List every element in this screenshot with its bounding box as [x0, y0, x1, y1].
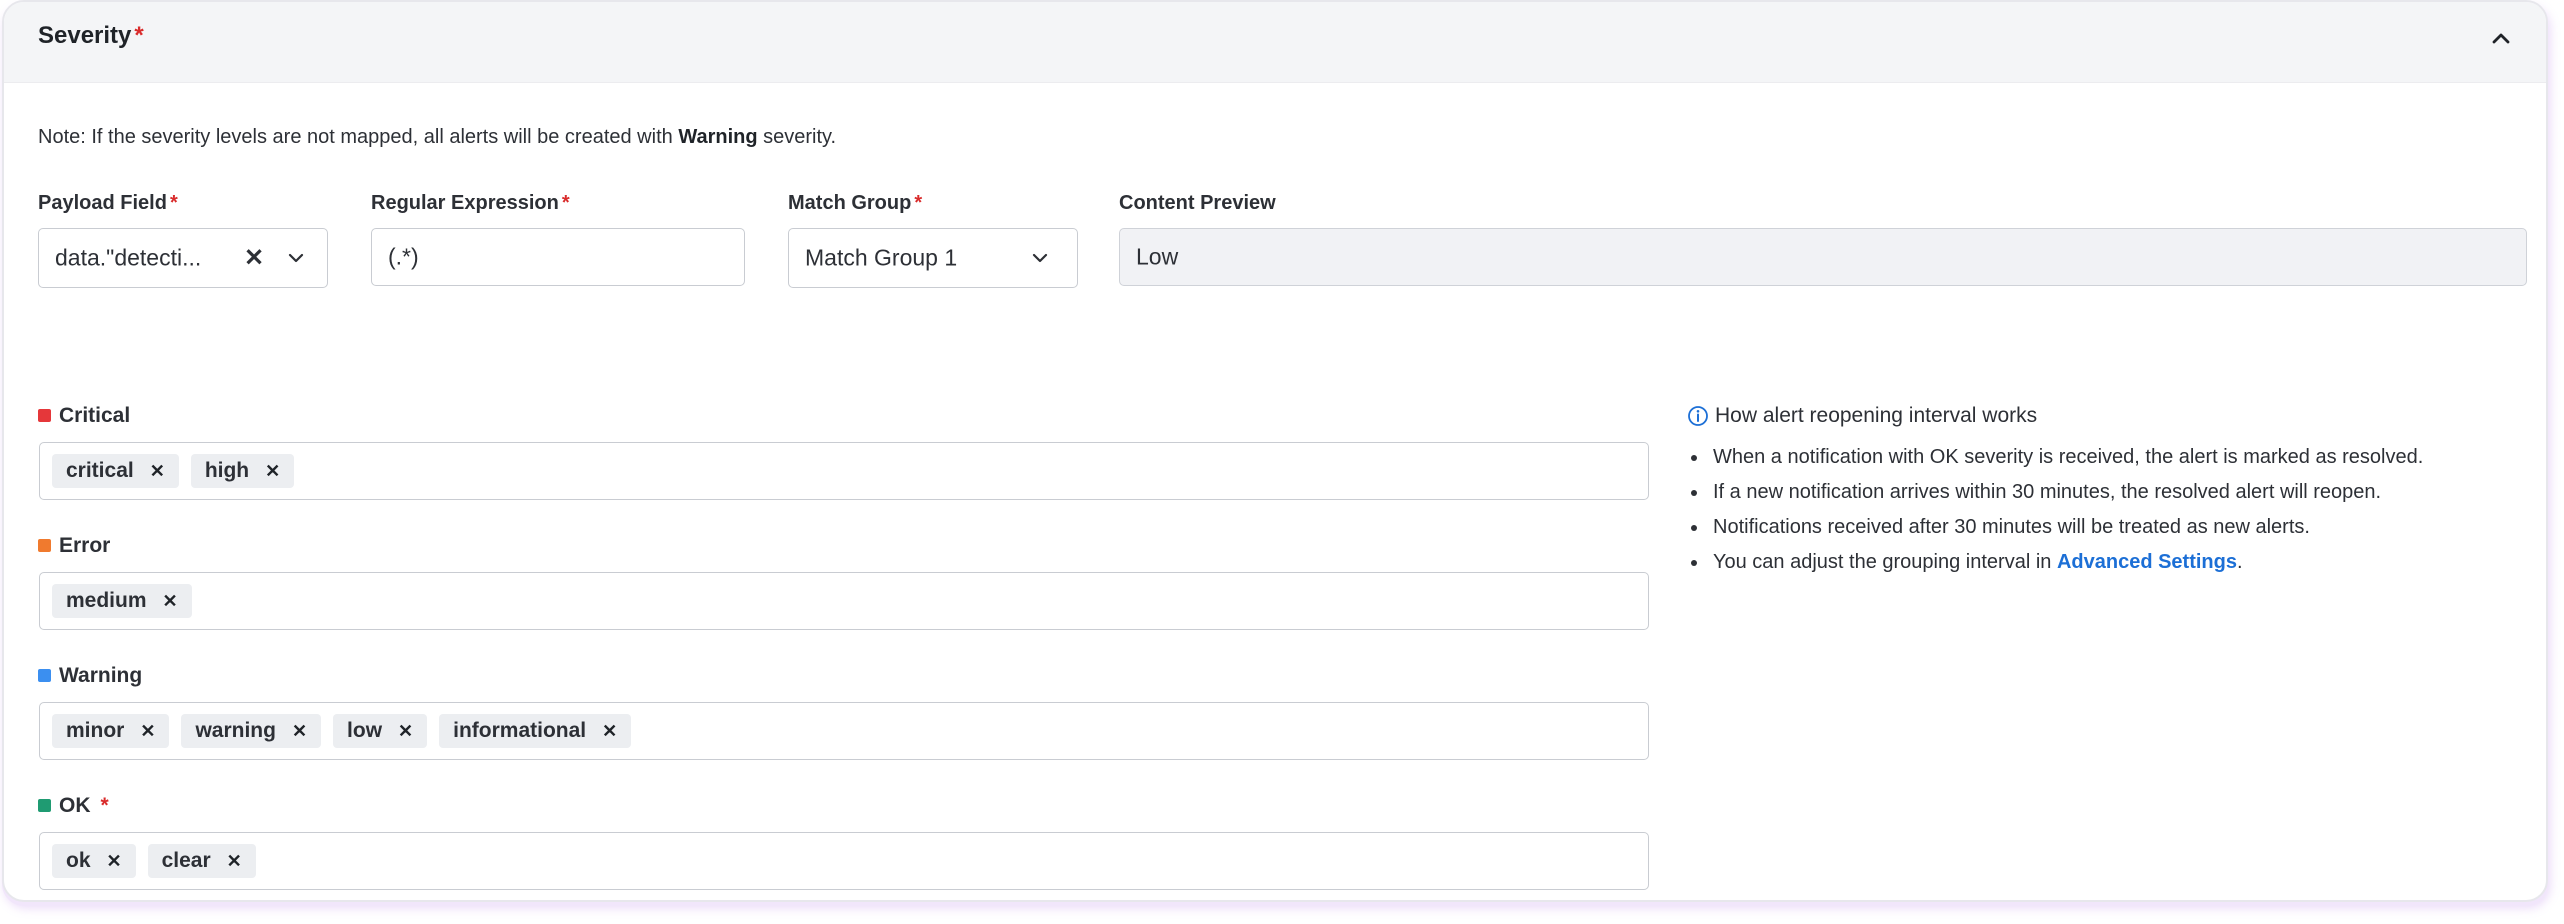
- close-icon[interactable]: ✕: [398, 721, 413, 742]
- tag-chip[interactable]: clear ✕: [147, 844, 256, 878]
- info-circle-icon: [1688, 406, 1708, 426]
- tag-chip-label: critical: [66, 459, 134, 482]
- warning-tags-input[interactable]: minor ✕ warning ✕ low ✕ informational ✕: [39, 702, 1649, 760]
- payload-field-value: data."detecti...: [55, 244, 202, 271]
- section-title-text: Severity: [38, 22, 132, 49]
- tag-chip[interactable]: critical ✕: [52, 454, 179, 488]
- required-asterisk: *: [561, 192, 570, 214]
- content-preview-label-text: Content Preview: [1119, 192, 1276, 214]
- severity-label-critical: Critical: [38, 404, 130, 428]
- payload-field-label: Payload Field *: [38, 192, 178, 215]
- ok-label-text: OK: [59, 794, 91, 817]
- info-item: When a notification with OK severity is …: [1709, 446, 2546, 469]
- info-item-suffix: .: [2237, 551, 2243, 573]
- info-heading: How alert reopening interval works: [1687, 404, 2546, 428]
- error-label-text: Error: [59, 534, 111, 557]
- tag-chip[interactable]: low ✕: [333, 714, 428, 748]
- critical-tags-input[interactable]: critical ✕ high ✕: [39, 442, 1649, 500]
- critical-label-text: Critical: [59, 404, 131, 427]
- note-bold: Warning: [678, 126, 758, 148]
- content-preview-field: Low: [1119, 228, 2527, 286]
- severity-label-warning: Warning: [38, 664, 142, 688]
- reopening-info-panel: How alert reopening interval works When …: [1687, 404, 2546, 586]
- required-asterisk: *: [134, 22, 144, 49]
- warning-color-swatch: [38, 669, 51, 682]
- info-item: Notifications received after 30 minutes …: [1709, 516, 2546, 539]
- tag-chip[interactable]: informational ✕: [439, 714, 632, 748]
- collapse-button[interactable]: [2488, 26, 2514, 52]
- tag-chip-label: low: [347, 719, 383, 742]
- close-icon[interactable]: ✕: [227, 851, 242, 872]
- required-asterisk: *: [169, 192, 178, 214]
- close-icon[interactable]: ✕: [292, 721, 307, 742]
- tag-chip-label: medium: [66, 589, 147, 612]
- severity-label-error: Error: [38, 534, 110, 558]
- match-group-value: Match Group 1: [805, 244, 958, 271]
- chevron-down-icon[interactable]: [287, 252, 305, 264]
- tag-chip-label: warning: [195, 719, 276, 742]
- payload-field-label-text: Payload Field: [38, 192, 167, 214]
- chevron-down-icon[interactable]: [1031, 252, 1049, 264]
- tag-chip[interactable]: medium ✕: [52, 584, 192, 618]
- match-group-label: Match Group *: [788, 192, 922, 215]
- close-icon[interactable]: ✕: [140, 721, 155, 742]
- error-color-swatch: [38, 539, 51, 552]
- critical-color-swatch: [38, 409, 51, 422]
- error-tags-input[interactable]: medium ✕: [39, 572, 1649, 630]
- tag-chip-label: ok: [66, 849, 91, 872]
- severity-label-ok: OK *: [38, 794, 109, 818]
- close-icon[interactable]: ✕: [150, 461, 165, 482]
- payload-field-select[interactable]: data."detecti... ✕: [38, 228, 328, 288]
- tag-chip-label: high: [204, 459, 250, 482]
- advanced-settings-link[interactable]: Advanced Settings: [2057, 551, 2237, 573]
- info-item: You can adjust the grouping interval in …: [1709, 551, 2546, 574]
- tag-chip[interactable]: ok ✕: [52, 844, 136, 878]
- regex-field-label-text: Regular Expression: [371, 192, 559, 214]
- tag-chip[interactable]: warning ✕: [181, 714, 322, 748]
- content-preview-label: Content Preview: [1119, 192, 1276, 215]
- tag-chip-label: informational: [453, 719, 587, 742]
- tag-chip[interactable]: minor ✕: [52, 714, 170, 748]
- card-header[interactable]: Severity *: [4, 2, 2546, 83]
- tag-chip-label: clear: [161, 849, 211, 872]
- ok-tags-input[interactable]: ok ✕ clear ✕: [39, 832, 1649, 890]
- chevron-up-icon: [2492, 33, 2510, 44]
- required-asterisk: *: [100, 794, 109, 817]
- info-item-text: You can adjust the grouping interval in: [1713, 551, 2057, 573]
- regex-value: (.*): [388, 243, 419, 270]
- content-preview-value: Low: [1136, 243, 1179, 270]
- close-icon[interactable]: ✕: [602, 721, 617, 742]
- tag-chip-label: minor: [66, 719, 125, 742]
- required-asterisk: *: [914, 192, 923, 214]
- close-icon[interactable]: ✕: [265, 461, 280, 482]
- note-prefix: Note: If the severity levels are not map…: [38, 126, 679, 148]
- note-suffix: severity.: [757, 126, 837, 148]
- severity-note: Note: If the severity levels are not map…: [38, 126, 836, 149]
- match-group-select[interactable]: Match Group 1: [788, 228, 1078, 288]
- tag-chip[interactable]: high ✕: [190, 454, 295, 488]
- info-item: If a new notification arrives within 30 …: [1709, 481, 2546, 504]
- regex-field-label: Regular Expression *: [371, 192, 570, 215]
- warning-label-text: Warning: [59, 664, 143, 687]
- close-icon[interactable]: ✕: [244, 244, 264, 273]
- severity-card: Severity * Note: If the severity levels a…: [2, 0, 2548, 902]
- match-group-label-text: Match Group: [788, 192, 912, 214]
- section-title: Severity *: [38, 22, 144, 50]
- regex-input[interactable]: (.*): [371, 228, 745, 286]
- info-title: How alert reopening interval works: [1715, 404, 2038, 427]
- close-icon[interactable]: ✕: [163, 591, 178, 612]
- ok-color-swatch: [38, 799, 51, 812]
- info-list: When a notification with OK severity is …: [1687, 446, 2546, 574]
- close-icon[interactable]: ✕: [107, 851, 122, 872]
